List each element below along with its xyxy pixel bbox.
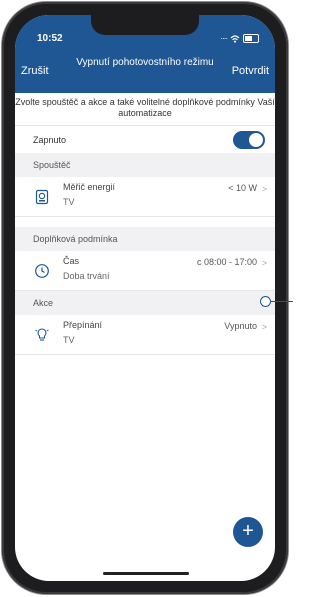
- battery-icon: [243, 34, 259, 43]
- cancel-button[interactable]: Zrušit: [21, 65, 49, 77]
- screen: 10:52 ···· Zrušit Vypnutí pohotovostního…: [15, 15, 275, 581]
- annotation-line: [271, 301, 293, 302]
- confirm-button[interactable]: Potvrdit: [232, 65, 269, 77]
- clock-icon: [35, 264, 49, 278]
- phone-frame: 10:52 ···· Zrušit Vypnutí pohotovostního…: [2, 2, 288, 594]
- condition-title: Čas: [63, 256, 80, 266]
- info-text: Zvolte spouštěč a akce a také volitelné …: [15, 97, 275, 118]
- notch: [91, 15, 199, 35]
- energy-meter-icon: [35, 189, 49, 205]
- toggle-knob: [249, 133, 263, 147]
- action-subtitle: TV: [63, 335, 75, 345]
- enabled-label: Zapnuto: [33, 135, 67, 145]
- action-value: Vypnuto: [224, 321, 257, 331]
- home-indicator: [103, 572, 189, 575]
- trigger-item[interactable]: Měřič energií TV < 10 W >: [15, 177, 275, 217]
- chevron-right-icon: >: [261, 322, 267, 332]
- lightbulb-icon: [35, 328, 49, 341]
- enabled-row: Zapnuto: [15, 125, 275, 153]
- status-time: 10:52: [37, 33, 63, 44]
- chevron-right-icon: >: [261, 184, 267, 194]
- trigger-subtitle: TV: [63, 197, 75, 207]
- status-icons: ····: [220, 34, 259, 43]
- condition-value: c 08:00 - 17:00: [196, 257, 257, 267]
- add-button[interactable]: +: [233, 517, 263, 547]
- condition-subtitle: Doba trvání: [63, 271, 110, 281]
- condition-item[interactable]: Čas Doba trvání c 08:00 - 17:00 >: [15, 251, 275, 291]
- action-item[interactable]: Přepínání TV Vypnuto >: [15, 315, 275, 355]
- page-title: Vypnutí pohotovostního režimu: [76, 57, 214, 68]
- signal-icon: ····: [220, 34, 228, 43]
- wifi-icon: [230, 34, 240, 43]
- trigger-value: < 10 W: [228, 183, 257, 193]
- section-condition: Doplňková podmínka: [15, 227, 275, 251]
- section-action: Akce: [15, 291, 275, 315]
- annotation-handle: [260, 296, 271, 307]
- enabled-toggle[interactable]: [233, 131, 265, 149]
- trigger-title: Měřič energií: [63, 182, 116, 192]
- section-trigger: Spouštěč: [15, 153, 275, 177]
- action-title: Přepínání: [63, 320, 103, 330]
- chevron-right-icon: >: [261, 258, 267, 268]
